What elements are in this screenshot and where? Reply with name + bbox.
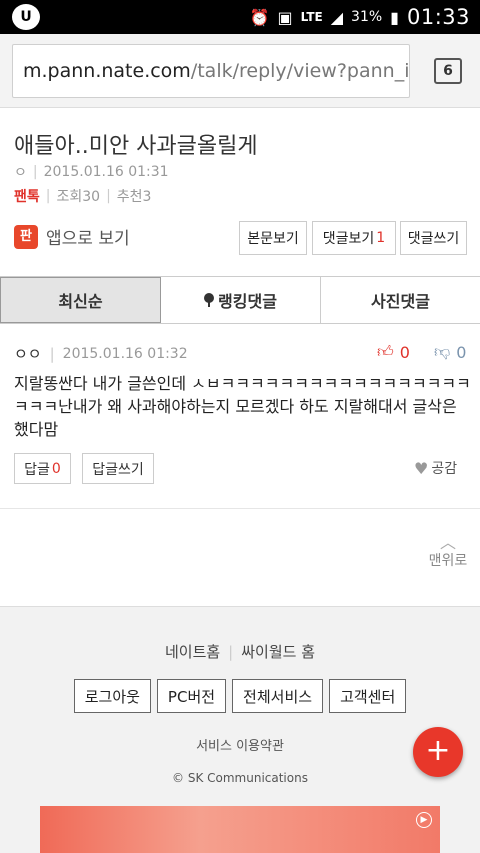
chevron-up-icon: ︿ <box>439 533 456 552</box>
view-comments-label: 댓글보기 <box>322 231 375 247</box>
tab-ranking[interactable]: 랭킹댓글 <box>161 277 321 323</box>
post-title: 애들아..미안 사과글올릴게 <box>14 134 258 159</box>
address-bar[interactable]: m.pann.nate.com/talk/reply/view?pann_id=… <box>12 44 410 98</box>
nate-home-link[interactable]: 네이트홈 <box>165 643 220 661</box>
heart-icon: ♥ <box>414 458 429 478</box>
url-path: /talk/reply/view?pann_id=. <box>190 60 410 82</box>
like-button[interactable]: 👍︎ 0 <box>377 342 410 362</box>
reply-button[interactable]: 답글 0 <box>14 453 71 484</box>
view-comments-button[interactable]: 댓글보기 1 <box>312 221 396 255</box>
scroll-to-top-label: 맨위로 <box>428 553 468 569</box>
app-view-label: 앱으로 보기 <box>46 229 130 249</box>
app-notification-icon: U <box>12 4 40 30</box>
cyworld-home-link[interactable]: 싸이월드 홈 <box>241 643 315 661</box>
comment-date: 2015.01.16 01:32 <box>62 345 188 362</box>
tab-latest[interactable]: 최신순 <box>0 277 161 323</box>
thumbs-up-icon: 👍︎ <box>377 342 394 361</box>
ranking-pin-icon <box>204 293 215 307</box>
divider: | <box>228 643 234 661</box>
url-host: m.pann.nate.com <box>23 60 191 82</box>
thumbs-down-icon: 👎︎ <box>434 342 451 361</box>
post-meta: ㅇ | 2015.01.16 01:31 <box>14 162 169 182</box>
footer-buttons: 로그아웃 PC버전 전체서비스 고객센터 <box>0 679 480 713</box>
browser-toolbar: m.pann.nate.com/talk/reply/view?pann_id=… <box>0 34 480 108</box>
like-count: 0 <box>399 342 410 362</box>
tab-photo[interactable]: 사진댓글 <box>321 277 480 323</box>
divider: | <box>106 188 111 204</box>
post-views: 조회30 <box>56 189 101 205</box>
dislike-count: 0 <box>456 342 467 362</box>
scroll-to-top-button[interactable]: ︿ 맨위로 <box>420 533 476 570</box>
pann-app-icon: 판 <box>14 224 38 249</box>
screenshot-icon: ▣ <box>277 7 293 27</box>
status-bar: U ⏰ ▣ LTE ◢ 31% ▮ 01:33 <box>0 0 480 34</box>
tab-switcher-button[interactable]: 6 <box>434 58 462 84</box>
pc-version-button[interactable]: PC버전 <box>156 679 227 713</box>
comment-body: 지랄똥싼다 내가 글쓴인데 ㅅㅂㅋㅋㅋㅋㅋㅋㅋㅋㅋㅋㅋㅋㅋㅋㅋㅋㅋㅋㅋㅋ난내가 … <box>14 374 471 439</box>
divider <box>0 508 480 509</box>
empathy-label: 공감 <box>431 461 458 477</box>
battery-icon: ▮ <box>390 7 399 27</box>
comment-meta: ㅇㅇ | 2015.01.16 01:32 <box>14 343 188 364</box>
divider: | <box>49 344 55 363</box>
customer-center-button[interactable]: 고객센터 <box>329 679 407 713</box>
signal-icon: ◢ <box>330 7 344 27</box>
post-stats: 팬톡 | 조회30 | 추천3 <box>14 186 151 206</box>
divider: | <box>32 164 38 180</box>
empathy-button[interactable]: ♥ 공감 <box>414 458 457 478</box>
reply-count: 0 <box>51 460 61 477</box>
divider: | <box>45 188 51 204</box>
ad-banner[interactable]: ▶ <box>40 806 440 853</box>
copyright: © SK Communications <box>172 771 308 785</box>
post-category[interactable]: 팬톡 <box>14 186 40 206</box>
post-recommend: 추천3 <box>116 189 152 205</box>
app-view-link[interactable]: 판 앱으로 보기 <box>14 224 130 249</box>
floating-add-button[interactable]: + <box>413 727 463 777</box>
all-services-button[interactable]: 전체서비스 <box>232 679 324 713</box>
battery-percent: 31% <box>351 9 383 25</box>
reply-label: 답글 <box>24 461 50 478</box>
alarm-icon: ⏰ <box>249 7 270 27</box>
post-date: 2015.01.16 01:31 <box>43 164 169 180</box>
dislike-button[interactable]: 👎︎ 0 <box>434 342 466 362</box>
write-comment-button[interactable]: 댓글쓰기 <box>400 221 467 255</box>
comment-author: ㅇㅇ <box>14 345 42 363</box>
post-author: ㅇ <box>14 165 27 181</box>
tab-ranking-label: 랭킹댓글 <box>218 292 277 311</box>
clock: 01:33 <box>406 5 470 29</box>
comment-count: 1 <box>376 230 386 246</box>
logout-button[interactable]: 로그아웃 <box>73 679 151 713</box>
footer-links: 네이트홈 | 싸이월드 홈 <box>0 641 480 662</box>
terms-link[interactable]: 서비스 이용약관 <box>0 735 480 754</box>
ad-play-icon[interactable]: ▶ <box>416 812 432 828</box>
view-body-button[interactable]: 본문보기 <box>239 221 307 255</box>
status-icons: ⏰ ▣ LTE ◢ 31% ▮ 01:33 <box>250 0 470 34</box>
write-reply-button[interactable]: 답글쓰기 <box>82 453 154 484</box>
network-label: LTE <box>300 10 323 24</box>
comment-sort-tabs: 최신순 랭킹댓글 사진댓글 <box>0 276 480 324</box>
